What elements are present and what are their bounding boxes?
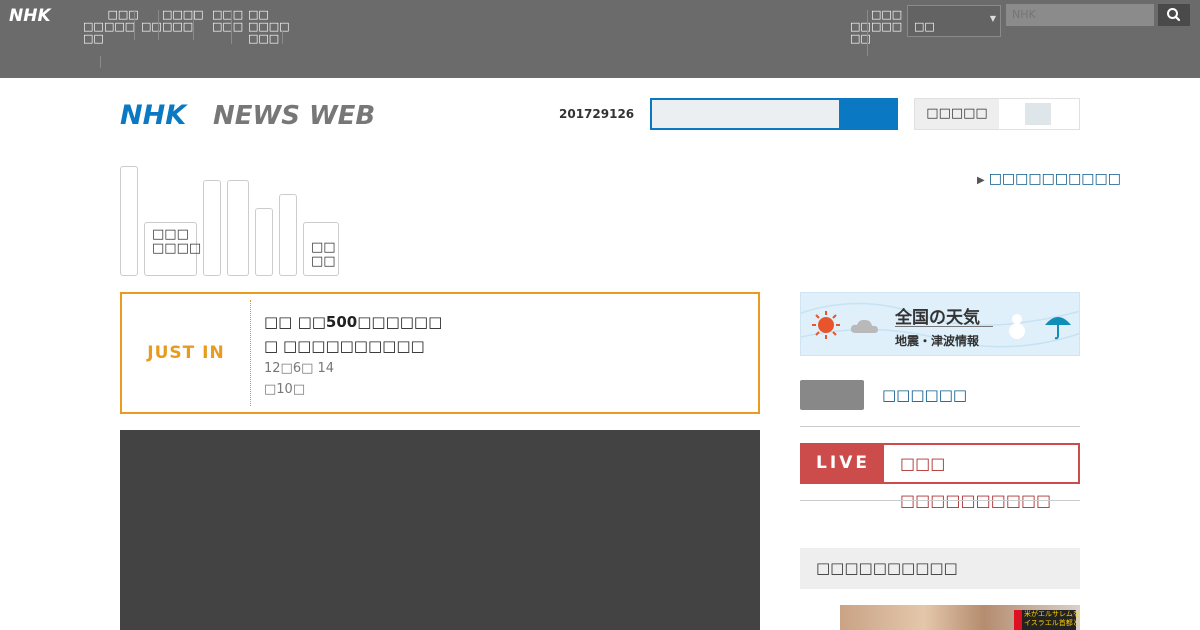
search-icon (1167, 8, 1181, 22)
just-in-headline[interactable]: □□ □□500□□□□□□ □ □□□□□□□□□□ (264, 310, 734, 358)
divider (282, 30, 283, 44)
weather-banner[interactable]: 全国の天気 地震・津波情報 (800, 292, 1080, 356)
svg-text:NHK: NHK (120, 100, 188, 131)
umbrella-icon (1045, 317, 1071, 340)
news-search-input[interactable] (650, 98, 841, 130)
divider (895, 326, 993, 327)
region-select-value: □□ (914, 20, 935, 33)
thumbnail-caption-line: 米がエルサレムを (1024, 610, 1080, 618)
global-nav-item[interactable]: □□□ □□□ (212, 9, 243, 33)
top-right-link-label: □□□□□□□□□□ (988, 171, 1121, 187)
current-date: 201729126 (559, 107, 635, 121)
svg-text:NEWS WEB: NEWS WEB (213, 101, 375, 131)
news-search-button[interactable] (841, 98, 898, 130)
just-in-box[interactable]: JUST IN □□ □□500□□□□□□ □ □□□□□□□□□□ 12□6… (120, 292, 760, 414)
thumbnail-caption-line: イスラエル首都と認定へ (1024, 619, 1080, 627)
video-player[interactable] (120, 430, 760, 630)
cloud-icon (850, 319, 878, 333)
svg-text:NHK: NHK (9, 6, 52, 24)
language-switch-knob (1025, 103, 1051, 125)
category-tab[interactable] (203, 180, 221, 276)
weather-subtitle: 地震・津波情報 (895, 334, 980, 348)
global-search-button[interactable] (1158, 4, 1190, 26)
language-toggle-label: □□□□□ (926, 106, 988, 121)
live-tag: LIVE (802, 445, 884, 482)
sun-icon (812, 311, 840, 339)
sidebar-link[interactable]: □□□□□□ (882, 386, 967, 404)
global-nav-item[interactable]: □□□ □□□ (871, 9, 902, 33)
category-tab[interactable] (227, 180, 249, 276)
arrow-right-icon: ▶ (977, 175, 985, 186)
snowman-icon (1009, 314, 1025, 339)
just-in-headline-line: □□ □□500□□□□□□ (264, 313, 443, 331)
live-banner[interactable]: LIVE □□□ □□□□□□□□□□ (800, 443, 1080, 510)
language-switch[interactable] (999, 99, 1079, 129)
category-tab[interactable] (255, 208, 273, 276)
global-nav-item[interactable]: □□ □□□□ □□□ (248, 9, 290, 45)
just-in-label: JUST IN (147, 343, 225, 363)
live-headline: □□□ □□□□□□□□□□ (900, 454, 1052, 510)
divider (158, 10, 159, 40)
divider (100, 56, 101, 68)
global-nav-item[interactable]: □□□□ □□□ (162, 9, 204, 33)
divider (231, 10, 232, 44)
grey-button[interactable] (800, 380, 864, 410)
global-nav-item[interactable]: □□ □□ (83, 21, 104, 45)
category-tab[interactable]: □□ □□ (303, 222, 339, 276)
just-in-headline-line: □ □□□□□□□□□□ (264, 337, 425, 355)
category-tab[interactable] (279, 194, 297, 276)
top-right-link[interactable]: ▶ □□□□□□□□□□ (977, 171, 1121, 187)
global-nhk-bar: NHK □□ □□ □□□ □□□ □□ □□□□ □□□ □□□ □□□ □□… (0, 0, 1200, 78)
news-thumbnail[interactable]: 米がエルサレムを イスラエル首都と認定へ (840, 605, 1080, 630)
chevron-down-icon: ▼ (989, 14, 996, 23)
global-search-input[interactable] (1006, 4, 1154, 26)
just-in-timestamp: 12□6□ 14 □10□ (264, 361, 335, 397)
region-select[interactable]: □□ ▼ (907, 5, 1001, 37)
divider (800, 426, 1080, 427)
thumbnail-caption: 米がエルサレムを イスラエル首都と認定へ (1014, 610, 1080, 630)
nhk-logo[interactable]: NHK (9, 6, 67, 24)
sidebar-section-heading: □□□□□□□□□□ (800, 548, 1080, 589)
category-tab[interactable]: □□□ □□□□ (144, 222, 201, 276)
divider (134, 10, 135, 40)
divider (250, 300, 251, 406)
category-tab[interactable] (120, 166, 138, 276)
divider (867, 10, 868, 56)
divider (800, 500, 1080, 501)
language-toggle[interactable]: □□□□□ (914, 98, 1080, 130)
divider (193, 10, 194, 40)
weather-title: 全国の天気 (895, 308, 980, 328)
nhk-news-web-logo[interactable]: NHK NEWS WEB (120, 96, 382, 132)
